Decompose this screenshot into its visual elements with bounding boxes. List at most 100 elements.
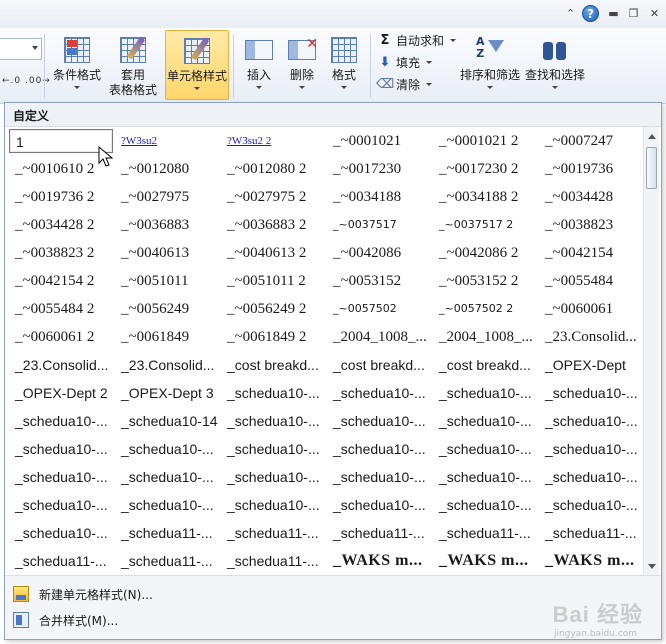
style-cell[interactable]: _~0034428 2 [9, 213, 113, 237]
style-cell[interactable]: _~0056249 2 [221, 297, 325, 321]
style-cell[interactable]: _~0055484 2 [9, 297, 113, 321]
style-cell[interactable]: _schedua10-... [539, 381, 643, 405]
window-restore-icon[interactable]: ❐ [625, 5, 642, 22]
style-cell[interactable]: _schedua10-... [327, 409, 431, 433]
style-cell[interactable]: ?W3su2 [115, 129, 219, 153]
style-cell[interactable]: _~0027975 2 [221, 185, 325, 209]
style-cell[interactable]: _~0037517 [327, 213, 431, 237]
style-cell[interactable]: _cost breakd... [221, 353, 325, 377]
find-select-button[interactable]: 查找和选择 [524, 30, 586, 100]
style-cell[interactable]: _cost breakd... [433, 353, 537, 377]
style-cell[interactable]: _~0040613 [115, 241, 219, 265]
style-cell[interactable]: _schedua10-... [9, 521, 113, 545]
style-cell[interactable]: _~0036883 2 [221, 213, 325, 237]
new-cell-style-item[interactable]: 新建单元格样式(N)... [9, 582, 309, 606]
style-cell[interactable]: _schedua10-... [115, 493, 219, 517]
style-cell[interactable]: _~0017230 2 [433, 157, 537, 181]
style-cell[interactable]: _schedua10-... [221, 465, 325, 489]
style-cell[interactable]: _~0019736 [539, 157, 643, 181]
style-cell[interactable]: _~0060061 2 [9, 325, 113, 349]
style-cell[interactable]: _schedua11-... [221, 521, 325, 545]
style-cell[interactable]: _schedua10-... [539, 493, 643, 517]
style-cell[interactable]: _~0042086 [327, 241, 431, 265]
style-cell[interactable]: _schedua10-... [221, 437, 325, 461]
style-cell[interactable]: _schedua10-... [9, 493, 113, 517]
style-cell[interactable]: _schedua10-... [433, 409, 537, 433]
style-cell[interactable]: _23.Consolid... [115, 353, 219, 377]
style-cell[interactable]: _~0051011 [115, 269, 219, 293]
style-cell[interactable]: _23.Consolid... [9, 353, 113, 377]
style-cell[interactable]: _schedua11-... [539, 521, 643, 545]
style-cell[interactable]: _schedua10-... [327, 437, 431, 461]
number-format-dropdown[interactable] [0, 38, 42, 60]
style-cell[interactable]: _schedua11-... [221, 549, 325, 573]
format-as-table-button[interactable]: 套用 表格格式 [104, 30, 162, 100]
style-cell[interactable]: _~0055484 [539, 269, 643, 293]
cell-styles-button[interactable]: 单元格样式 [165, 30, 229, 100]
insert-button[interactable]: 插入 [238, 30, 280, 100]
style-cell[interactable]: _schedua10-... [433, 465, 537, 489]
conditional-format-button[interactable]: 条件格式 [50, 30, 104, 100]
help-icon[interactable]: ? [582, 5, 599, 22]
style-cell[interactable]: _schedua10-... [221, 493, 325, 517]
scrollbar-thumb[interactable] [646, 147, 657, 189]
style-cell[interactable]: _schedua10-14 [115, 409, 219, 433]
style-cell[interactable]: _~0001021 2 [433, 129, 537, 153]
style-cell[interactable]: _~0034188 2 [433, 185, 537, 209]
style-cell[interactable]: _~0038823 2 [9, 241, 113, 265]
sort-filter-button[interactable]: AZ 排序和筛选 [458, 30, 522, 100]
merge-styles-item[interactable]: 合并样式(M)... [9, 608, 309, 632]
autosum-button[interactable]: Σ 自动求和 [378, 30, 457, 50]
window-minimize-icon[interactable]: ▬ [605, 5, 622, 22]
style-cell[interactable]: _OPEX-Dept 3 [115, 381, 219, 405]
style-cell[interactable]: _~0027975 [115, 185, 219, 209]
style-cell[interactable]: _schedua10-... [115, 437, 219, 461]
style-cell[interactable]: _~0012080 [115, 157, 219, 181]
style-cell[interactable]: _~0053152 2 [433, 269, 537, 293]
scroll-down-icon[interactable] [645, 559, 659, 573]
style-cell[interactable]: _~0019736 2 [9, 185, 113, 209]
ribbon-minimize-icon[interactable]: ⌃ [562, 5, 579, 22]
style-cell[interactable]: _~0040613 2 [221, 241, 325, 265]
style-cell[interactable]: _~0001021 [327, 129, 431, 153]
style-cell[interactable]: _schedua10-... [539, 409, 643, 433]
delete-button[interactable]: ✕ 删除 [282, 30, 322, 100]
format-button[interactable]: 格式 [324, 30, 364, 100]
gallery-scrollbar[interactable] [643, 127, 659, 575]
style-cell[interactable]: _~0051011 2 [221, 269, 325, 293]
style-cell[interactable]: _~0060061 [539, 297, 643, 321]
style-cell[interactable]: _schedua10-... [9, 465, 113, 489]
style-cell[interactable]: _2004_1008_... [327, 325, 431, 349]
style-cell[interactable]: _~0036883 [115, 213, 219, 237]
window-close-icon[interactable]: ✕ [646, 5, 663, 22]
style-cell[interactable]: _schedua10-... [221, 409, 325, 433]
style-cell[interactable]: _schedua10-... [433, 493, 537, 517]
style-cell[interactable]: _~0056249 [115, 297, 219, 321]
style-cell[interactable]: _schedua10-... [9, 437, 113, 461]
style-cell[interactable]: _23.Consolid... [539, 325, 643, 349]
style-cell[interactable]: _schedua10-... [221, 381, 325, 405]
style-cell[interactable]: _~0038823 [539, 213, 643, 237]
clear-button[interactable]: ⌫ 清除 [376, 74, 433, 94]
style-cell[interactable]: _~0042154 2 [9, 269, 113, 293]
style-cell[interactable]: _schedua10-... [115, 465, 219, 489]
style-cell[interactable]: _2004_1008_... [433, 325, 537, 349]
style-cell[interactable]: _schedua11-... [115, 521, 219, 545]
style-cell[interactable]: _~0042086 2 [433, 241, 537, 265]
style-cell[interactable]: _schedua10-... [433, 437, 537, 461]
style-cell[interactable]: _~0042154 [539, 241, 643, 265]
style-cell[interactable]: _cost breakd... [327, 353, 431, 377]
style-cell[interactable]: _OPEX-Dept [539, 353, 643, 377]
style-cell[interactable]: _WAKS m... [539, 549, 643, 573]
style-cell[interactable]: _schedua11-... [115, 549, 219, 573]
style-cell[interactable]: _~0061849 [115, 325, 219, 349]
style-cell[interactable]: _schedua10-... [9, 409, 113, 433]
style-cell[interactable]: _schedua11-... [9, 549, 113, 573]
style-cell[interactable]: _~0061849 2 [221, 325, 325, 349]
style-cell[interactable]: _~0017230 [327, 157, 431, 181]
style-cell[interactable]: _schedua10-... [433, 381, 537, 405]
style-cell[interactable]: _~0007247 [539, 129, 643, 153]
fill-button[interactable]: ⬇ 填充 [378, 52, 433, 72]
style-cell[interactable]: _~0037517 2 [433, 213, 537, 237]
style-cell[interactable]: _schedua10-... [327, 381, 431, 405]
